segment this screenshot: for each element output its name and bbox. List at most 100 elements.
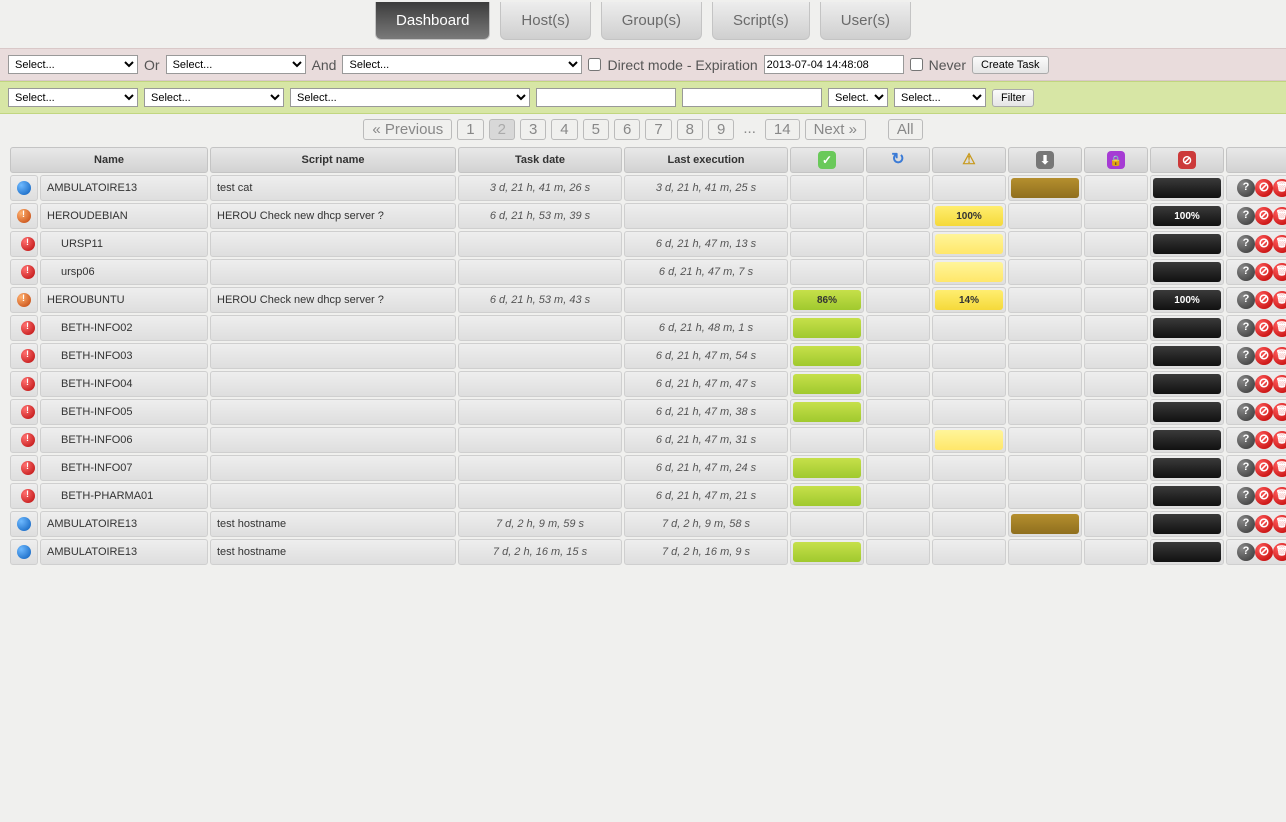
- tab-groups[interactable]: Group(s): [601, 2, 702, 40]
- info-button[interactable]: [1237, 431, 1255, 449]
- col-reload[interactable]: [866, 147, 930, 173]
- create-task-button[interactable]: Create Task: [972, 56, 1049, 74]
- page-5[interactable]: 5: [583, 119, 609, 140]
- row-name[interactable]: BETH-INFO05: [40, 399, 208, 425]
- col-taskdate[interactable]: Task date: [458, 147, 622, 173]
- page-3[interactable]: 3: [520, 119, 546, 140]
- row-name[interactable]: BETH-INFO07: [40, 455, 208, 481]
- delete-button[interactable]: [1273, 263, 1286, 281]
- delete-button[interactable]: [1273, 207, 1286, 225]
- row-taskdate: [458, 343, 622, 369]
- cancel-button[interactable]: [1255, 543, 1273, 561]
- page-next[interactable]: Next »: [805, 119, 866, 140]
- info-button[interactable]: [1237, 487, 1255, 505]
- cancel-button[interactable]: [1255, 347, 1273, 365]
- info-button[interactable]: [1237, 319, 1255, 337]
- page-2[interactable]: 2: [489, 119, 515, 140]
- col-down[interactable]: [1008, 147, 1082, 173]
- info-button[interactable]: [1237, 543, 1255, 561]
- cancel-button[interactable]: [1255, 487, 1273, 505]
- filter-select-3[interactable]: Select...: [290, 88, 530, 107]
- info-button[interactable]: [1237, 375, 1255, 393]
- page-14[interactable]: 14: [765, 119, 800, 140]
- cancel-button[interactable]: [1255, 431, 1273, 449]
- row-name[interactable]: BETH-INFO02: [40, 315, 208, 341]
- delete-button[interactable]: [1273, 515, 1286, 533]
- row-name[interactable]: ursp06: [40, 259, 208, 285]
- page-9[interactable]: 9: [708, 119, 734, 140]
- info-button[interactable]: [1237, 459, 1255, 477]
- cancel-button[interactable]: [1255, 459, 1273, 477]
- filter-select-2[interactable]: Select...: [144, 88, 284, 107]
- cancel-button[interactable]: [1255, 179, 1273, 197]
- page-6[interactable]: 6: [614, 119, 640, 140]
- row-name[interactable]: BETH-PHARMA01: [40, 483, 208, 509]
- filter-select-5[interactable]: Select...: [894, 88, 986, 107]
- row-name[interactable]: URSP11: [40, 231, 208, 257]
- never-checkbox[interactable]: [910, 58, 923, 71]
- cancel-button[interactable]: [1255, 291, 1273, 309]
- row-name[interactable]: HEROUDEBIAN: [40, 203, 208, 229]
- delete-button[interactable]: [1273, 375, 1286, 393]
- col-ok[interactable]: [790, 147, 864, 173]
- page-8[interactable]: 8: [677, 119, 703, 140]
- info-button[interactable]: [1237, 403, 1255, 421]
- delete-button[interactable]: [1273, 431, 1286, 449]
- expiration-input[interactable]: [764, 55, 904, 74]
- task-select-3[interactable]: Select...: [342, 55, 582, 74]
- row-name[interactable]: HEROUBUNTU: [40, 287, 208, 313]
- col-lock[interactable]: [1084, 147, 1148, 173]
- row-name[interactable]: AMBULATOIRE13: [40, 175, 208, 201]
- page-1[interactable]: 1: [457, 119, 483, 140]
- info-button[interactable]: [1237, 347, 1255, 365]
- cancel-button[interactable]: [1255, 319, 1273, 337]
- delete-button[interactable]: [1273, 487, 1286, 505]
- col-script[interactable]: Script name: [210, 147, 456, 173]
- info-button[interactable]: [1237, 515, 1255, 533]
- col-no[interactable]: [1150, 147, 1224, 173]
- info-button[interactable]: [1237, 179, 1255, 197]
- col-lastexec[interactable]: Last execution: [624, 147, 788, 173]
- row-name[interactable]: BETH-INFO03: [40, 343, 208, 369]
- task-select-2[interactable]: Select...: [166, 55, 306, 74]
- delete-button[interactable]: [1273, 179, 1286, 197]
- cancel-button[interactable]: [1255, 263, 1273, 281]
- info-button[interactable]: [1237, 207, 1255, 225]
- info-button[interactable]: [1237, 263, 1255, 281]
- col-warn[interactable]: [932, 147, 1006, 173]
- tab-dashboard[interactable]: Dashboard: [375, 2, 490, 40]
- page-all[interactable]: All: [888, 119, 923, 140]
- filter-text-2[interactable]: [682, 88, 822, 107]
- direct-mode-checkbox[interactable]: [588, 58, 601, 71]
- page-7[interactable]: 7: [645, 119, 671, 140]
- cancel-button[interactable]: [1255, 207, 1273, 225]
- info-button[interactable]: [1237, 291, 1255, 309]
- row-name[interactable]: BETH-INFO06: [40, 427, 208, 453]
- cancel-button[interactable]: [1255, 375, 1273, 393]
- cancel-button[interactable]: [1255, 403, 1273, 421]
- row-name[interactable]: AMBULATOIRE13: [40, 511, 208, 537]
- tab-scripts[interactable]: Script(s): [712, 2, 810, 40]
- row-name[interactable]: BETH-INFO04: [40, 371, 208, 397]
- delete-button[interactable]: [1273, 347, 1286, 365]
- delete-button[interactable]: [1273, 235, 1286, 253]
- filter-button[interactable]: Filter: [992, 89, 1034, 107]
- tab-users[interactable]: User(s): [820, 2, 911, 40]
- filter-select-4[interactable]: Select...: [828, 88, 888, 107]
- delete-button[interactable]: [1273, 543, 1286, 561]
- cancel-button[interactable]: [1255, 235, 1273, 253]
- delete-button[interactable]: [1273, 403, 1286, 421]
- filter-text-1[interactable]: [536, 88, 676, 107]
- task-select-1[interactable]: Select...: [8, 55, 138, 74]
- delete-button[interactable]: [1273, 319, 1286, 337]
- page-4[interactable]: 4: [551, 119, 577, 140]
- col-name[interactable]: Name: [10, 147, 208, 173]
- delete-button[interactable]: [1273, 291, 1286, 309]
- cancel-button[interactable]: [1255, 515, 1273, 533]
- page-prev[interactable]: « Previous: [363, 119, 452, 140]
- tab-hosts[interactable]: Host(s): [500, 2, 590, 40]
- info-button[interactable]: [1237, 235, 1255, 253]
- filter-select-1[interactable]: Select...: [8, 88, 138, 107]
- row-name[interactable]: AMBULATOIRE13: [40, 539, 208, 565]
- delete-button[interactable]: [1273, 459, 1286, 477]
